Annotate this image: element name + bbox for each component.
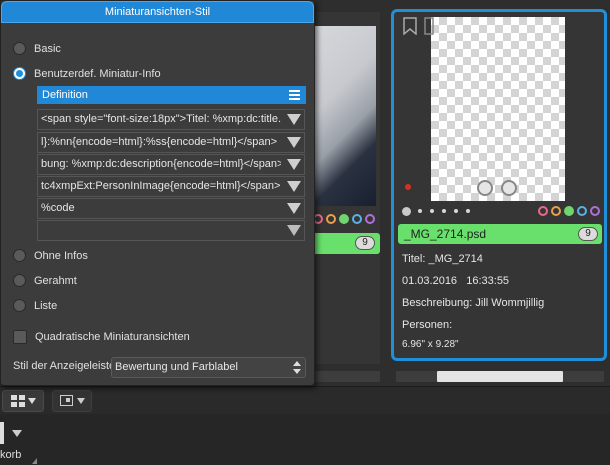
dropdown-arrow-icon[interactable] bbox=[287, 159, 301, 170]
thumbnail-name-bar[interactable]: _MG_2714.psd 9 bbox=[398, 224, 602, 244]
file-type-icon bbox=[424, 17, 434, 35]
radio-none[interactable] bbox=[13, 249, 26, 262]
square-thumbs-checkbox-row[interactable]: Quadratische Miniaturansichten bbox=[13, 330, 190, 344]
dropdown-arrow-icon[interactable] bbox=[287, 225, 301, 236]
definition-header-label: Definition bbox=[42, 89, 88, 101]
scrollbar-thumb[interactable] bbox=[437, 371, 563, 382]
dialog-title: Miniaturansichten-Stil bbox=[1, 1, 314, 23]
rating-star-2[interactable] bbox=[430, 209, 434, 213]
bookmark-icon[interactable] bbox=[403, 17, 417, 35]
definition-row-1[interactable]: <span style="font-size:18px">Titel: %xmp… bbox=[37, 109, 305, 130]
meta-dimensions: 6.96" x 9.28" bbox=[402, 339, 459, 350]
definition-row-text: <span style="font-size:18px">Titel: %xmp… bbox=[41, 113, 281, 125]
definition-row-3[interactable]: bung: %xmp:dc:description{encode=html}</… bbox=[37, 154, 305, 175]
color-label-blue[interactable] bbox=[577, 206, 587, 216]
meta-time: 16:33:55 bbox=[466, 275, 510, 287]
option-none[interactable]: Ohne Infos bbox=[13, 249, 88, 262]
grid-icon bbox=[10, 395, 25, 407]
color-label-green[interactable] bbox=[564, 206, 574, 216]
reject-flag-icon[interactable] bbox=[405, 184, 411, 190]
thumbnail-info-row bbox=[402, 202, 600, 220]
chevron-down-icon bbox=[27, 398, 36, 404]
radio-basic[interactable] bbox=[13, 42, 26, 55]
definition-row-text: tc4xmpExt:PersonInImage{encode=html}</sp… bbox=[41, 180, 281, 192]
display-style-select[interactable]: Bewertung und Farblabel bbox=[111, 357, 306, 378]
rating-star-4[interactable] bbox=[454, 209, 458, 213]
stack-count-badge: 9 bbox=[578, 227, 598, 241]
radio-list[interactable] bbox=[13, 299, 26, 312]
definition-row-text: bung: %xmp:dc:description{encode=html}</… bbox=[41, 158, 281, 170]
definition-row-6[interactable] bbox=[37, 220, 305, 241]
dropdown-arrow-icon[interactable] bbox=[287, 203, 301, 214]
square-thumbs-checkbox[interactable] bbox=[13, 330, 27, 344]
resize-grip-icon[interactable] bbox=[32, 458, 37, 464]
radio-custom[interactable] bbox=[13, 67, 26, 80]
definition-row-4[interactable]: tc4xmpExt:PersonInImage{encode=html}</sp… bbox=[37, 176, 305, 197]
color-label-red[interactable] bbox=[538, 206, 548, 216]
option-basic[interactable]: Basic bbox=[13, 42, 61, 55]
option-none-label: Ohne Infos bbox=[34, 249, 88, 262]
rotate-right-icon[interactable] bbox=[501, 180, 517, 196]
meta-datetime: 01.03.2016 16:33:55 bbox=[402, 275, 509, 287]
meta-date: 01.03.2016 bbox=[402, 275, 458, 287]
panel-icon bbox=[0, 422, 4, 444]
color-label-purple[interactable] bbox=[590, 206, 600, 216]
bottom-toolbar bbox=[0, 386, 610, 414]
display-style-value: Bewertung und Farblabel bbox=[115, 361, 238, 373]
color-label-orange[interactable] bbox=[326, 214, 336, 224]
reject-icon[interactable] bbox=[402, 206, 411, 216]
dropdown-arrow-icon[interactable] bbox=[287, 181, 301, 192]
option-framed[interactable]: Gerahmt bbox=[13, 274, 77, 287]
color-label-dots bbox=[535, 206, 600, 216]
square-thumbs-label: Quadratische Miniaturansichten bbox=[35, 331, 190, 343]
chevron-down-icon[interactable] bbox=[12, 430, 22, 437]
option-framed-label: Gerahmt bbox=[34, 274, 77, 287]
meta-persons: Personen: bbox=[402, 319, 453, 331]
color-label-green[interactable] bbox=[339, 214, 349, 224]
definition-row-2[interactable]: l}:%nn{encode=html}:%ss{encode=html}</sp… bbox=[37, 132, 305, 153]
updown-arrows-icon bbox=[293, 361, 301, 374]
color-label-purple[interactable] bbox=[365, 214, 375, 224]
bottom-panel: korb bbox=[0, 414, 610, 465]
radio-framed[interactable] bbox=[13, 274, 26, 287]
thumbnail-image-transparent bbox=[431, 17, 565, 201]
option-custom-label: Benutzerdef. Miniatur-Info bbox=[34, 67, 161, 80]
chevron-down-icon bbox=[76, 398, 85, 404]
meta-title: Titel: _MG_2714 bbox=[402, 253, 483, 265]
rotate-left-icon[interactable] bbox=[477, 180, 493, 196]
color-label-orange[interactable] bbox=[551, 206, 561, 216]
thumbnail-style-dialog: Miniaturansichten-Stil Basic Benutzerdef… bbox=[0, 0, 315, 386]
dropdown-arrow-icon[interactable] bbox=[287, 137, 301, 148]
output-button[interactable] bbox=[52, 390, 92, 412]
option-custom[interactable]: Benutzerdef. Miniatur-Info bbox=[13, 67, 161, 80]
definition-row-text: %code bbox=[41, 202, 75, 214]
definition-row-5[interactable]: %code bbox=[37, 198, 305, 219]
color-label-dots bbox=[310, 214, 375, 224]
thumbnail-filename: _MG_2714.psd bbox=[404, 227, 487, 241]
rating-star-1[interactable] bbox=[418, 209, 422, 213]
meta-description: Beschreibung: Jill Wommjillig bbox=[402, 297, 545, 309]
color-label-blue[interactable] bbox=[352, 214, 362, 224]
output-icon bbox=[59, 395, 73, 406]
option-list[interactable]: Liste bbox=[13, 299, 57, 312]
rating-star-3[interactable] bbox=[442, 209, 446, 213]
display-style-label: Stil der Anzeigeleiste bbox=[13, 360, 116, 372]
dropdown-arrow-icon[interactable] bbox=[287, 114, 301, 125]
panel-label: korb bbox=[0, 449, 22, 461]
option-list-label: Liste bbox=[34, 299, 58, 312]
definition-row-text: l}:%nn{encode=html}:%ss{encode=html}</sp… bbox=[41, 136, 278, 148]
option-basic-label: Basic bbox=[34, 42, 61, 55]
stack-count-badge: 9 bbox=[355, 236, 375, 250]
view-mode-button[interactable] bbox=[2, 390, 44, 412]
definition-header: Definition bbox=[37, 86, 306, 104]
hamburger-menu-icon[interactable] bbox=[289, 90, 300, 100]
thumbnail-selected[interactable]: _MG_2714.psd 9 Titel: _MG_2714 01.03.201… bbox=[391, 9, 607, 361]
rating-star-5[interactable] bbox=[466, 209, 470, 213]
